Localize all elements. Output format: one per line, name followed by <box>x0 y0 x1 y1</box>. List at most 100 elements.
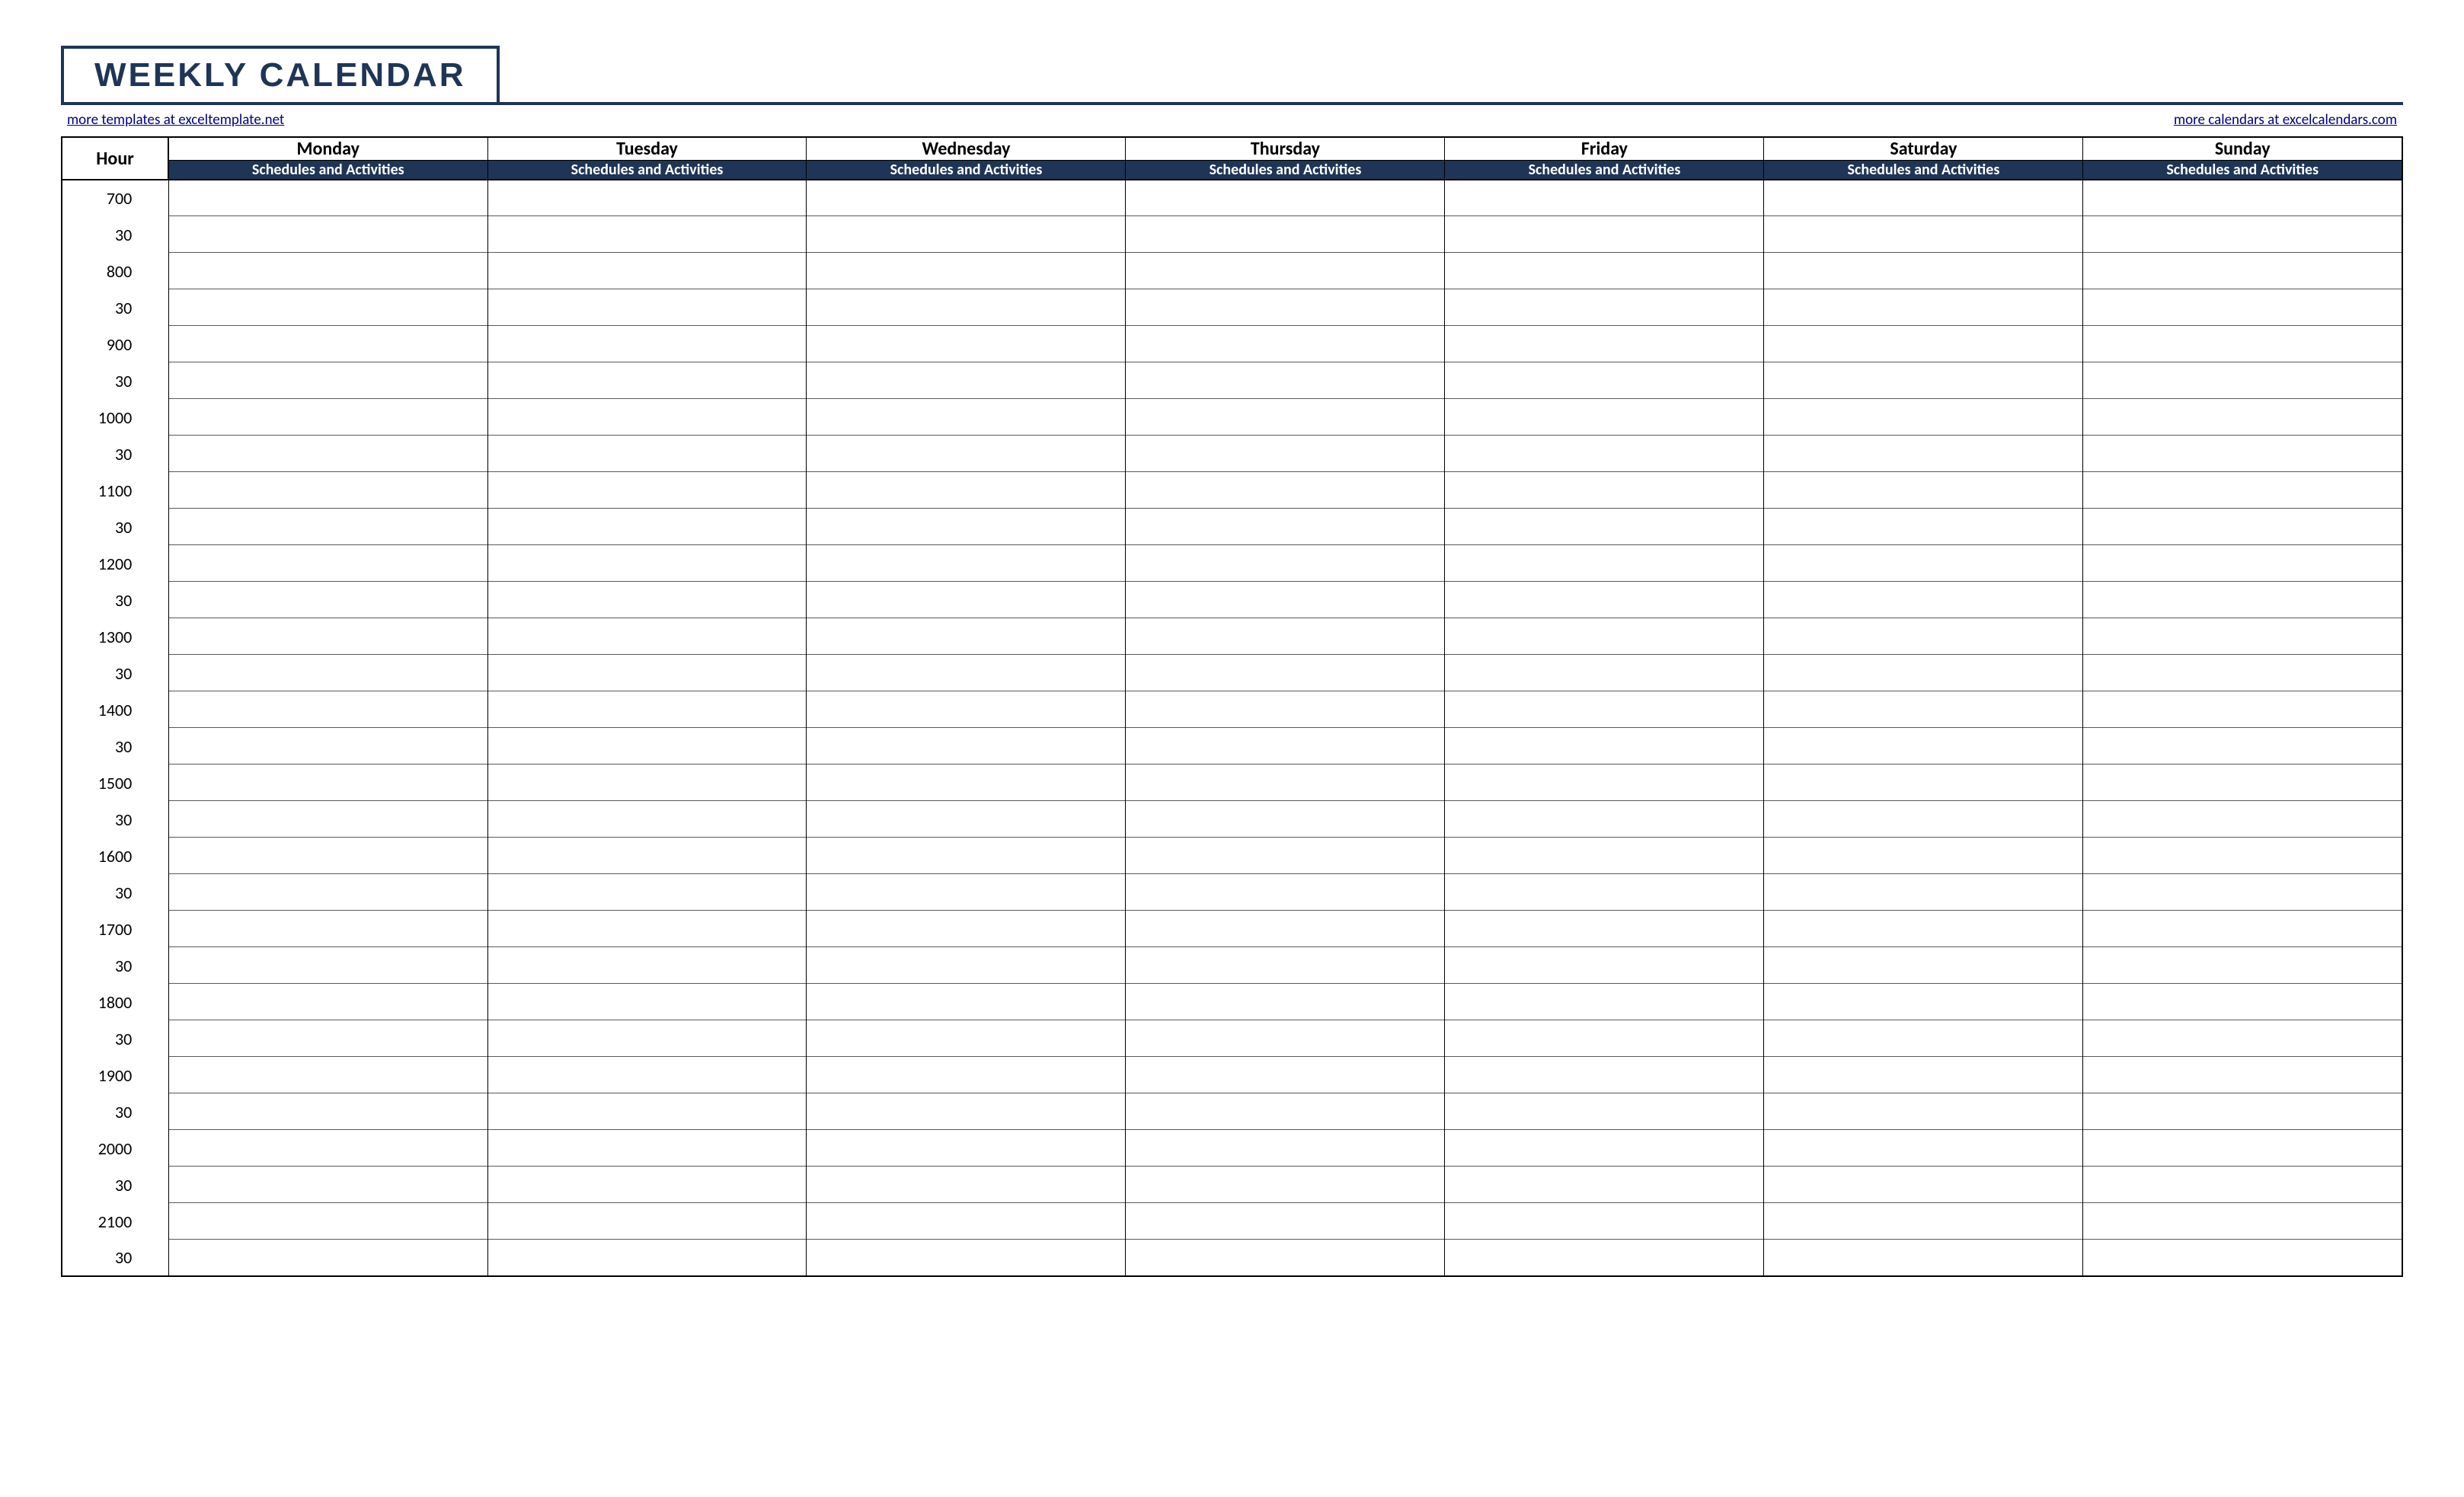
templates-link[interactable]: more templates at exceltemplate.net <box>67 111 284 129</box>
schedule-slot[interactable] <box>1764 947 2083 984</box>
schedule-slot[interactable] <box>1445 326 1764 362</box>
schedule-slot[interactable] <box>1126 1020 1445 1057</box>
schedule-slot[interactable] <box>487 326 807 362</box>
schedule-slot[interactable] <box>168 545 487 582</box>
schedule-slot[interactable] <box>168 362 487 399</box>
schedule-slot[interactable] <box>2083 1203 2402 1240</box>
schedule-slot[interactable] <box>1764 911 2083 947</box>
schedule-slot[interactable] <box>807 728 1126 764</box>
schedule-slot[interactable] <box>168 1093 487 1130</box>
schedule-slot[interactable] <box>168 655 487 691</box>
schedule-slot[interactable] <box>2083 911 2402 947</box>
schedule-slot[interactable] <box>1126 582 1445 618</box>
schedule-slot[interactable] <box>168 947 487 984</box>
schedule-slot[interactable] <box>487 509 807 545</box>
schedule-slot[interactable] <box>487 1057 807 1093</box>
schedule-slot[interactable] <box>487 1167 807 1203</box>
schedule-slot[interactable] <box>1764 728 2083 764</box>
schedule-slot[interactable] <box>1126 728 1445 764</box>
schedule-slot[interactable] <box>1126 1093 1445 1130</box>
schedule-slot[interactable] <box>168 728 487 764</box>
schedule-slot[interactable] <box>168 253 487 289</box>
schedule-slot[interactable] <box>487 838 807 874</box>
schedule-slot[interactable] <box>2083 838 2402 874</box>
schedule-slot[interactable] <box>168 399 487 436</box>
schedule-slot[interactable] <box>1764 289 2083 326</box>
schedule-slot[interactable] <box>807 289 1126 326</box>
schedule-slot[interactable] <box>487 582 807 618</box>
schedule-slot[interactable] <box>1764 436 2083 472</box>
schedule-slot[interactable] <box>1764 1093 2083 1130</box>
schedule-slot[interactable] <box>807 911 1126 947</box>
schedule-slot[interactable] <box>1764 362 2083 399</box>
schedule-slot[interactable] <box>1445 545 1764 582</box>
schedule-slot[interactable] <box>487 691 807 728</box>
schedule-slot[interactable] <box>807 801 1126 838</box>
schedule-slot[interactable] <box>807 984 1126 1020</box>
schedule-slot[interactable] <box>1126 984 1445 1020</box>
schedule-slot[interactable] <box>1764 509 2083 545</box>
schedule-slot[interactable] <box>1764 253 2083 289</box>
schedule-slot[interactable] <box>807 362 1126 399</box>
schedule-slot[interactable] <box>807 764 1126 801</box>
schedule-slot[interactable] <box>487 472 807 509</box>
schedule-slot[interactable] <box>807 1057 1126 1093</box>
schedule-slot[interactable] <box>807 947 1126 984</box>
schedule-slot[interactable] <box>168 509 487 545</box>
schedule-slot[interactable] <box>487 655 807 691</box>
schedule-slot[interactable] <box>487 984 807 1020</box>
schedule-slot[interactable] <box>1126 326 1445 362</box>
schedule-slot[interactable] <box>2083 764 2402 801</box>
schedule-slot[interactable] <box>168 436 487 472</box>
schedule-slot[interactable] <box>1764 1203 2083 1240</box>
schedule-slot[interactable] <box>487 1130 807 1167</box>
schedule-slot[interactable] <box>2083 509 2402 545</box>
schedule-slot[interactable] <box>2083 1240 2402 1276</box>
schedule-slot[interactable] <box>1445 216 1764 253</box>
schedule-slot[interactable] <box>487 728 807 764</box>
schedule-slot[interactable] <box>2083 180 2402 216</box>
schedule-slot[interactable] <box>1126 618 1445 655</box>
schedule-slot[interactable] <box>168 911 487 947</box>
schedule-slot[interactable] <box>168 1057 487 1093</box>
schedule-slot[interactable] <box>1764 1240 2083 1276</box>
schedule-slot[interactable] <box>2083 399 2402 436</box>
schedule-slot[interactable] <box>487 289 807 326</box>
schedule-slot[interactable] <box>1764 216 2083 253</box>
schedule-slot[interactable] <box>487 399 807 436</box>
schedule-slot[interactable] <box>807 545 1126 582</box>
schedule-slot[interactable] <box>487 253 807 289</box>
schedule-slot[interactable] <box>1764 655 2083 691</box>
schedule-slot[interactable] <box>1764 838 2083 874</box>
schedule-slot[interactable] <box>487 1203 807 1240</box>
schedule-slot[interactable] <box>168 289 487 326</box>
schedule-slot[interactable] <box>1445 180 1764 216</box>
schedule-slot[interactable] <box>1126 655 1445 691</box>
schedule-slot[interactable] <box>1764 764 2083 801</box>
schedule-slot[interactable] <box>487 1240 807 1276</box>
schedule-slot[interactable] <box>1445 1020 1764 1057</box>
schedule-slot[interactable] <box>1764 582 2083 618</box>
schedule-slot[interactable] <box>1764 472 2083 509</box>
schedule-slot[interactable] <box>1126 253 1445 289</box>
schedule-slot[interactable] <box>807 326 1126 362</box>
schedule-slot[interactable] <box>807 1167 1126 1203</box>
schedule-slot[interactable] <box>1445 838 1764 874</box>
schedule-slot[interactable] <box>168 838 487 874</box>
schedule-slot[interactable] <box>168 764 487 801</box>
schedule-slot[interactable] <box>1764 801 2083 838</box>
schedule-slot[interactable] <box>1126 472 1445 509</box>
schedule-slot[interactable] <box>1126 436 1445 472</box>
schedule-slot[interactable] <box>2083 801 2402 838</box>
schedule-slot[interactable] <box>1764 984 2083 1020</box>
schedule-slot[interactable] <box>2083 655 2402 691</box>
schedule-slot[interactable] <box>487 1093 807 1130</box>
calendars-link[interactable]: more calendars at excelcalendars.com <box>2174 111 2397 129</box>
schedule-slot[interactable] <box>1445 509 1764 545</box>
schedule-slot[interactable] <box>2083 618 2402 655</box>
schedule-slot[interactable] <box>1445 691 1764 728</box>
schedule-slot[interactable] <box>1445 874 1764 911</box>
schedule-slot[interactable] <box>807 216 1126 253</box>
schedule-slot[interactable] <box>807 253 1126 289</box>
schedule-slot[interactable] <box>1126 874 1445 911</box>
